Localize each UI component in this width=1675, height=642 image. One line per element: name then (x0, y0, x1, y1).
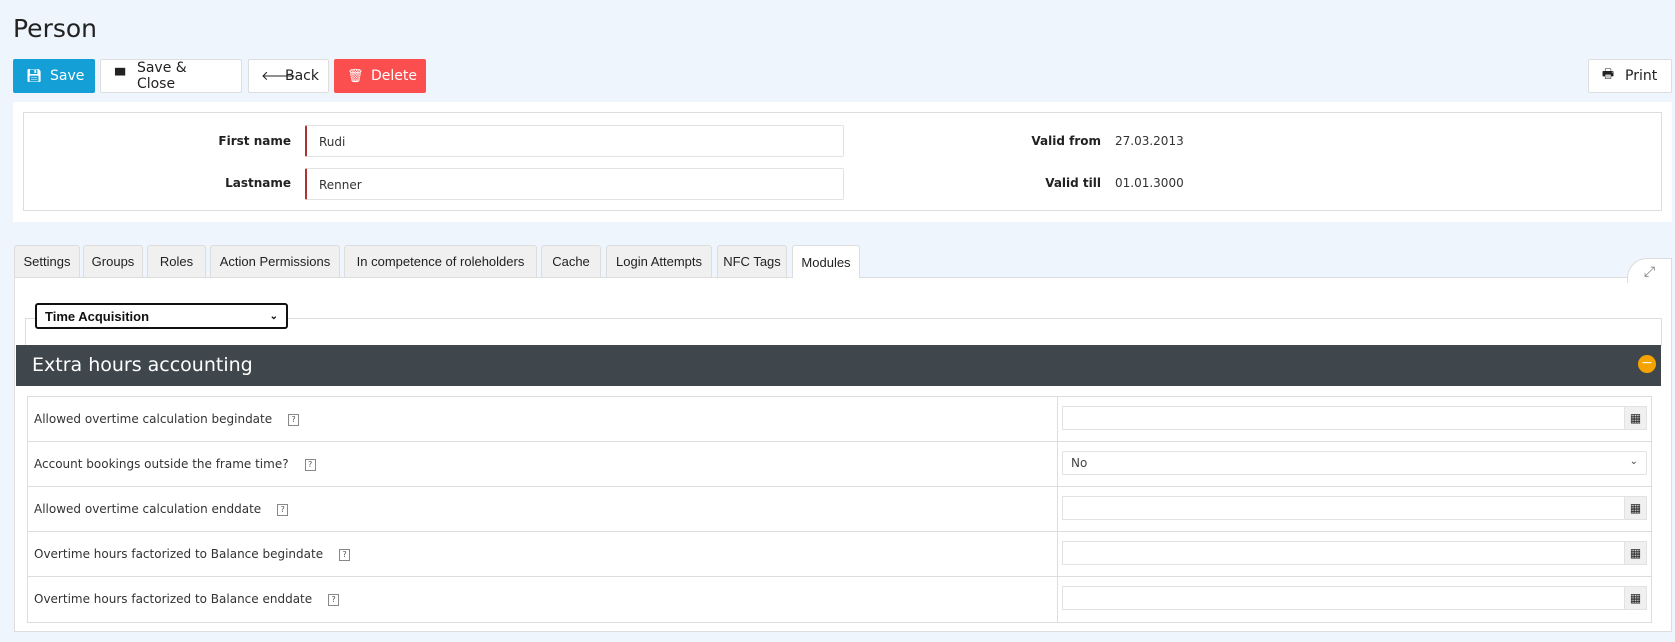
select-value: No (1071, 456, 1088, 470)
table-row: Account bookings outside the frame time?… (28, 442, 1651, 487)
archive-icon: ▀ (114, 68, 125, 84)
help-icon[interactable]: ? (339, 548, 351, 561)
tab-settings[interactable]: Settings (14, 245, 80, 277)
table-row: Overtime hours factorized to Balance end… (28, 577, 1651, 622)
balance-begindate-input[interactable]: ▦ (1062, 541, 1647, 565)
table-row: Allowed overtime calculation begindate? … (28, 397, 1651, 442)
arrow-left-icon: 🡐 (261, 69, 296, 84)
table-row: Overtime hours factorized to Balance beg… (28, 532, 1651, 577)
tab-modules[interactable]: Modules (792, 245, 860, 278)
first-name-input[interactable]: Rudi (305, 125, 844, 157)
module-select-value: Time Acquisition (45, 308, 150, 324)
bookings-outside-select[interactable]: No ⌄ (1062, 451, 1647, 475)
back-label: Back (285, 68, 319, 84)
print-label: Print (1625, 68, 1658, 84)
first-name-label: First name (218, 134, 291, 148)
divider (25, 318, 26, 346)
floppy-icon: 💾︎ (26, 68, 43, 84)
panel-header: Extra hours accounting (16, 345, 1661, 386)
begindate-input[interactable]: ▦ (1062, 406, 1647, 430)
date-value[interactable] (1063, 407, 1624, 429)
delete-label: Delete (371, 68, 417, 84)
tab-roles[interactable]: Roles (147, 245, 206, 277)
date-value[interactable] (1063, 542, 1624, 564)
tab-action-permissions[interactable]: Action Permissions (210, 245, 340, 277)
divider (1661, 318, 1662, 346)
tab-in-competence[interactable]: In competence of roleholders (344, 245, 537, 277)
tab-nfc-tags[interactable]: NFC Tags (717, 245, 787, 277)
module-select[interactable]: Time Acquisition ⌄ (35, 303, 288, 329)
print-button[interactable]: 🖶 Print (1588, 59, 1672, 93)
calendar-icon[interactable]: ▦ (1624, 407, 1646, 429)
row-label: Overtime hours factorized to Balance beg… (34, 547, 324, 561)
save-close-button[interactable]: ▀ Save & Close (100, 59, 242, 93)
delete-button[interactable]: 🗑︎ Delete (334, 59, 426, 93)
lastname-label: Lastname (225, 176, 291, 190)
balance-enddate-input[interactable]: ▦ (1062, 586, 1647, 610)
row-label: Overtime hours factorized to Balance end… (34, 592, 313, 606)
help-icon[interactable]: ? (277, 503, 289, 516)
collapse-icon[interactable]: − (1638, 355, 1656, 373)
help-icon[interactable]: ? (304, 458, 316, 471)
valid-till-label: Valid till (1045, 176, 1101, 190)
help-icon[interactable]: ? (328, 593, 340, 606)
tab-groups[interactable]: Groups (83, 245, 143, 277)
page-title: Person (13, 14, 98, 43)
help-icon[interactable]: ? (288, 413, 300, 426)
row-label: Allowed overtime calculation begindate (34, 412, 273, 426)
row-label: Allowed overtime calculation enddate (34, 502, 262, 516)
chevron-down-icon: ⌄ (1629, 456, 1638, 467)
date-value[interactable] (1063, 587, 1624, 609)
valid-from-label: Valid from (1031, 134, 1101, 148)
valid-from-value: 27.03.2013 (1115, 134, 1184, 148)
calendar-icon[interactable]: ▦ (1624, 542, 1646, 564)
trash-icon: 🗑︎ (347, 68, 364, 84)
save-label: Save (50, 68, 85, 84)
table-row: Allowed overtime calculation enddate? ▦ (28, 487, 1651, 532)
save-close-label: Save & Close (136, 60, 187, 92)
row-label: Account bookings outside the frame time? (34, 457, 289, 471)
tab-cache[interactable]: Cache (541, 245, 601, 277)
enddate-input[interactable]: ▦ (1062, 496, 1647, 520)
panel-title: Extra hours accounting (32, 354, 253, 376)
chevron-down-icon: ⌄ (269, 310, 278, 322)
printer-icon: 🖶 (1601, 67, 1615, 82)
valid-till-value: 01.01.3000 (1115, 176, 1184, 190)
lastname-input[interactable]: Renner (305, 168, 844, 200)
save-button[interactable]: 💾︎ Save (13, 59, 95, 93)
settings-table: Allowed overtime calculation begindate? … (27, 396, 1652, 623)
person-header: First name Rudi Lastname Renner Valid fr… (13, 102, 1672, 222)
calendar-icon[interactable]: ▦ (1624, 587, 1646, 609)
tab-login-attempts[interactable]: Login Attempts (606, 245, 712, 277)
calendar-icon[interactable]: ▦ (1624, 497, 1646, 519)
date-value[interactable] (1063, 497, 1624, 519)
back-button[interactable]: 🡐 Back (248, 59, 329, 93)
expand-icon[interactable]: ⤢ (1627, 258, 1672, 283)
